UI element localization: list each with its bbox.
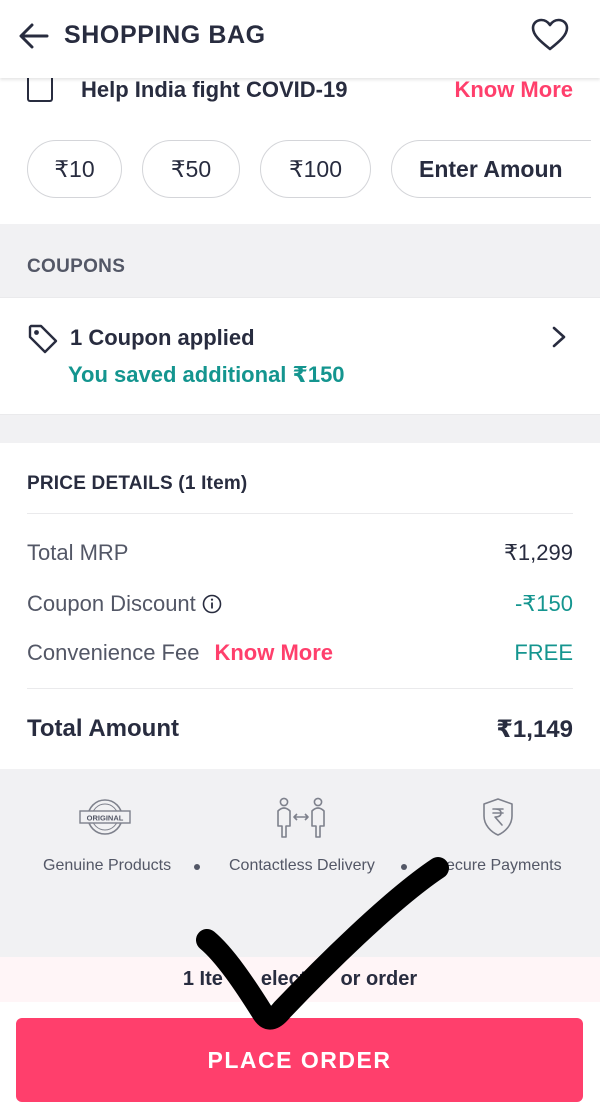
separator-dot (401, 864, 407, 870)
donation-amount-100[interactable]: ₹100 (260, 140, 371, 198)
coupon-card[interactable]: 1 Coupon applied You saved additional ₹1… (0, 297, 600, 415)
trust-badges: ORIGINAL Genuine Products Contactless De… (0, 771, 600, 951)
donation-know-more-link[interactable]: Know More (454, 77, 573, 103)
selection-text-start: 1 Ite (182, 968, 223, 990)
convenience-fee-know-more-link[interactable]: Know More (214, 640, 333, 666)
back-arrow-icon (19, 23, 49, 49)
coupon-applied-text: 1 Coupon applied (70, 325, 255, 350)
donation-checkbox[interactable] (27, 78, 53, 102)
total-amount-row: Total Amount ₹1,149 (27, 715, 573, 744)
rupee-shield-icon (483, 798, 513, 836)
info-icon[interactable] (202, 594, 222, 614)
back-button[interactable] (18, 20, 50, 52)
price-details-section: PRICE DETAILS (1 Item) Total MRP ₹1,299 … (0, 443, 600, 769)
price-row-value: ₹1,299 (503, 540, 573, 565)
price-row-coupon-discount: Coupon Discount -₹150 (27, 591, 573, 617)
chevron-right-icon (552, 326, 566, 348)
page-title: SHOPPING BAG (64, 21, 266, 49)
price-row-label: Convenience Fee (27, 640, 200, 665)
separator-dot (194, 864, 200, 870)
original-stamp-icon: ORIGINAL (79, 799, 131, 835)
donation-row: Help India fight COVID-19 Know More (27, 77, 573, 103)
price-details-heading: PRICE DETAILS (1 Item) (27, 473, 248, 494)
trust-label-genuine: Genuine Products (43, 857, 172, 874)
app-header: SHOPPING BAG (0, 0, 600, 78)
donation-section: Help India fight COVID-19 Know More ₹10 … (0, 77, 600, 224)
price-row-value: -₹150 (514, 591, 573, 616)
heart-icon (531, 18, 569, 51)
donation-amount-10[interactable]: ₹10 (27, 140, 122, 198)
selection-text-end: or order (340, 968, 418, 990)
trust-label-contactless: Contactless Delivery (229, 857, 375, 874)
price-row-label: Coupon Discount (27, 591, 196, 616)
coupons-section-label: COUPONS (27, 256, 126, 277)
divider (27, 513, 573, 514)
divider (27, 688, 573, 689)
items-selected-strip: 1 Ite elect or order (0, 957, 600, 1002)
price-row-value: FREE (514, 640, 573, 665)
stamp-text: ORIGINAL (87, 814, 124, 823)
donation-amounts: ₹10 ₹50 ₹100 Enter Amoun (27, 140, 591, 198)
price-row-total-mrp: Total MRP ₹1,299 (27, 540, 573, 566)
selection-text-mid: elect (260, 968, 307, 990)
donation-amount-50[interactable]: ₹50 (142, 140, 240, 198)
price-row-convenience-fee: Convenience Fee Know More FREE (27, 640, 573, 666)
donation-label: Help India fight COVID-19 (81, 77, 348, 102)
contactless-delivery-icon (277, 797, 325, 838)
price-row-label: Total MRP (27, 540, 129, 565)
place-order-button[interactable]: PLACE ORDER (16, 1018, 583, 1102)
tag-icon (28, 324, 58, 354)
wishlist-button[interactable] (530, 16, 570, 54)
checkout-bar: 1 Ite elect or order PLACE ORDER (0, 957, 600, 1120)
total-amount-label: Total Amount (27, 715, 179, 742)
trust-label-secure: ecure Payments (446, 857, 562, 874)
total-amount-value: ₹1,149 (496, 716, 573, 743)
enter-amount-button[interactable]: Enter Amoun (391, 140, 591, 198)
coupon-saved-text: You saved additional ₹150 (68, 362, 345, 387)
